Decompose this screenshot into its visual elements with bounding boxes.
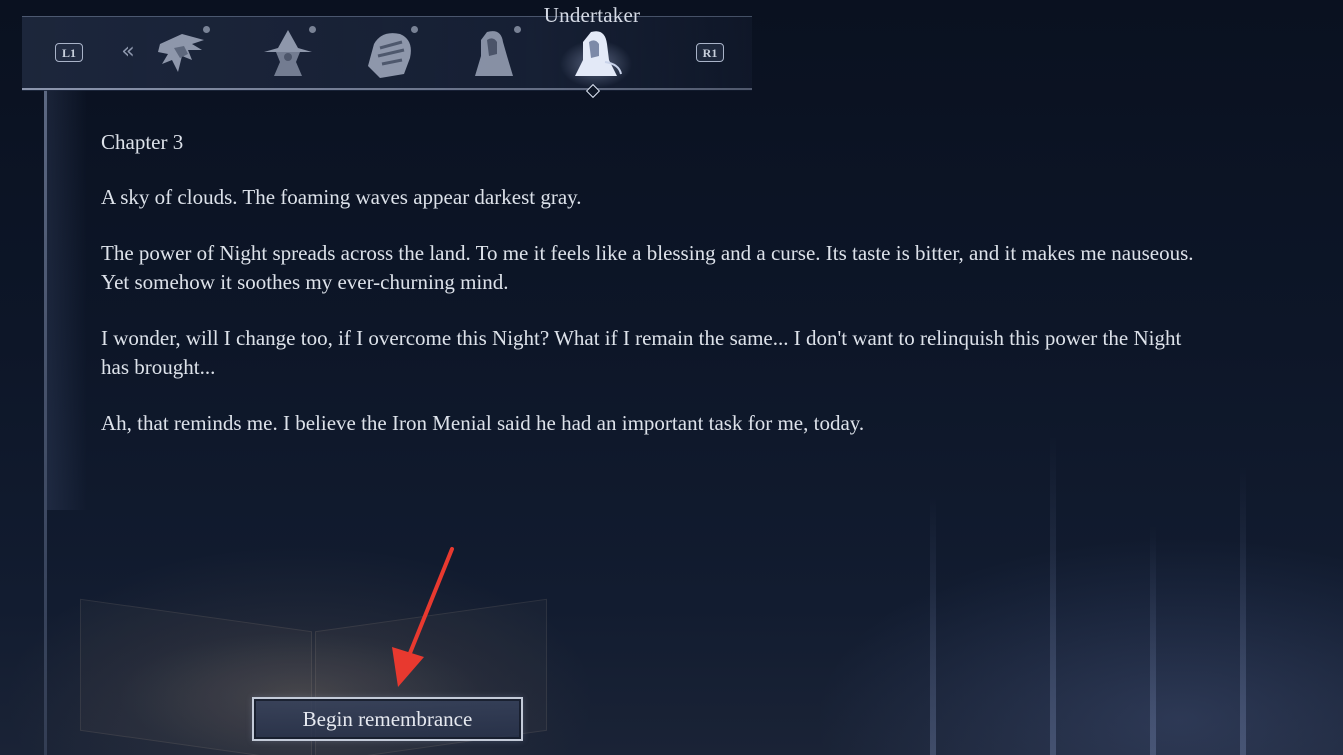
notification-dot: [514, 26, 521, 33]
witch-hat-portrait-icon: [264, 30, 312, 76]
light-ray: [930, 495, 936, 755]
left-frame-border: [44, 90, 47, 755]
chapter-title: Chapter 3: [101, 130, 184, 154]
journal-paragraph: The power of Night spreads across the la…: [101, 241, 1194, 294]
l1-button[interactable]: L1: [55, 43, 83, 62]
character-tab-wylder[interactable]: [152, 26, 212, 82]
undertaker-portrait-icon: [575, 31, 622, 76]
light-ray: [1150, 525, 1156, 755]
notification-dot: [203, 26, 210, 33]
journal-paragraph: A sky of clouds. The foaming waves appea…: [101, 185, 582, 209]
character-tab-witch[interactable]: [258, 26, 318, 82]
journal-screen: Undertaker L1 « R1 Chapter 3 A sky of cl…: [0, 0, 1343, 755]
notification-dot: [309, 26, 316, 33]
character-tab-undertaker[interactable]: [565, 26, 625, 82]
character-tab-cloaked-figure[interactable]: [463, 26, 523, 82]
hooded-warrior-portrait-icon: [368, 33, 411, 78]
begin-remembrance-button[interactable]: Begin remembrance: [252, 697, 523, 741]
cloaked-figure-portrait-icon: [475, 31, 513, 76]
frame-sheen: [47, 90, 87, 510]
r1-button[interactable]: R1: [696, 43, 724, 62]
light-ray: [1050, 435, 1056, 755]
selected-character-name: Undertaker: [543, 3, 641, 27]
light-ray: [1240, 465, 1246, 755]
journal-entry: Chapter 3 A sky of clouds. The foaming w…: [101, 128, 1211, 465]
journal-paragraph: Ah, that reminds me. I believe the Iron …: [101, 411, 865, 435]
character-tab-hooded-warrior[interactable]: [360, 26, 420, 82]
wylder-portrait-icon: [158, 34, 204, 72]
annotation-arrow-icon: [392, 547, 454, 687]
journal-paragraph: I wonder, will I change too, if I overco…: [101, 326, 1182, 379]
chevron-left-double-icon[interactable]: «: [118, 40, 138, 64]
notification-dot: [411, 26, 418, 33]
